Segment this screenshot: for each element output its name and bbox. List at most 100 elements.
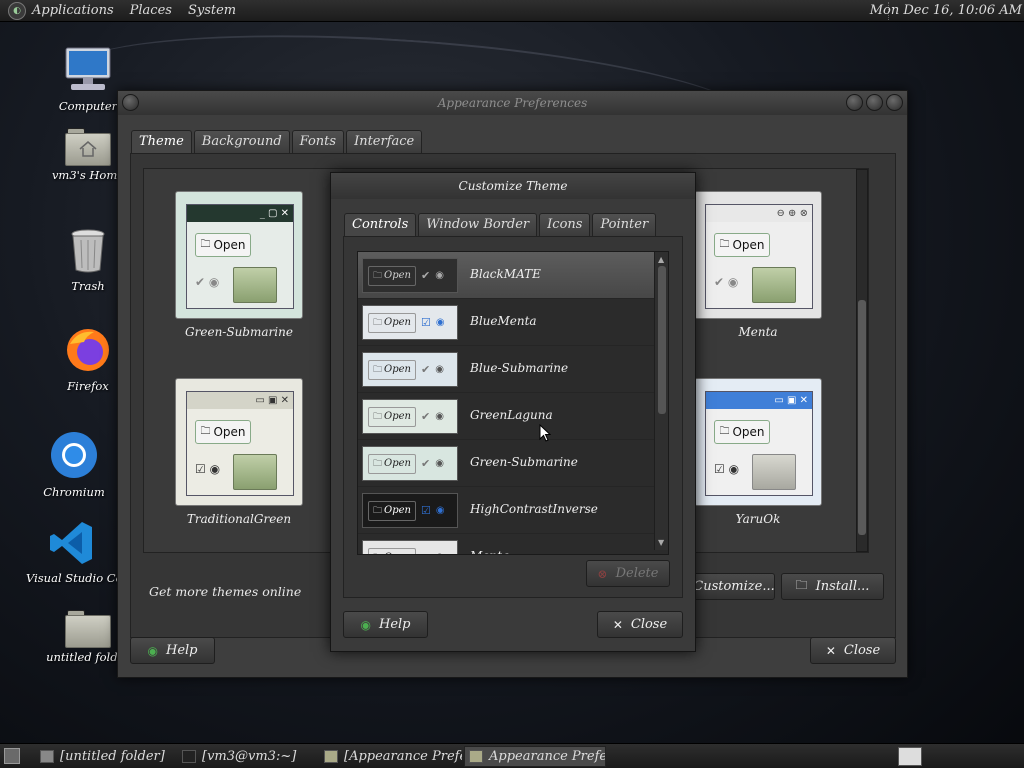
home-folder-icon <box>65 128 111 166</box>
theme-row[interactable]: 🗀Open ✔ ◉ Menta <box>358 534 654 555</box>
appearance-icon <box>469 750 483 763</box>
theme-card-green-submarine[interactable]: _ ▢ ✕ 🗀 Open ✔ ◉ <box>175 191 303 319</box>
close-icon: ✕ <box>825 643 836 658</box>
task-terminal[interactable]: [vm3@vm3:~] <box>178 746 318 767</box>
check-icon: ☑ <box>420 504 431 517</box>
close-window-button[interactable] <box>886 94 903 111</box>
folder-icon: 🗀 <box>373 458 383 469</box>
menu-system[interactable]: System <box>188 3 236 18</box>
tab-icons[interactable]: Icons <box>539 213 591 236</box>
tab-theme[interactable]: Theme <box>131 130 192 153</box>
menu-applications[interactable]: Applications <box>32 3 114 18</box>
tab-window-border[interactable]: Window Border <box>418 213 538 236</box>
theme-preview: ⊖ ⊕ ⊗ 🗀 Open ✔ ◉ <box>705 204 813 309</box>
tab-interface[interactable]: Interface <box>346 130 423 153</box>
dialog-close-button[interactable]: ✕ Close <box>597 611 683 638</box>
theme-name: Menta <box>738 325 778 339</box>
theme-row[interactable]: 🗀 Open ☑ ◉ HighContrastInverse <box>358 487 654 534</box>
folder-icon: 🗀 <box>373 364 383 375</box>
scrollbar-thumb[interactable] <box>858 300 866 535</box>
folder-icon: 🗀 <box>373 505 383 516</box>
tab-controls[interactable]: Controls <box>344 213 417 236</box>
customize-button[interactable]: Customize... <box>693 573 775 600</box>
theme-name: Green-Submarine <box>185 325 293 339</box>
theme-card-traditionalgreen[interactable]: ▭ ▣ ✕ 🗀 Open ☑ ◉ <box>175 378 303 506</box>
help-icon: ◉ <box>360 617 371 632</box>
maximize-button[interactable] <box>866 94 883 111</box>
preview-open-button: 🗀Open <box>714 233 770 257</box>
check-icon: ✔ <box>421 551 430 554</box>
desktop-icon-chromium[interactable]: Chromium <box>26 430 122 499</box>
theme-row-name: Blue-Submarine <box>470 361 569 375</box>
workspace-switcher[interactable] <box>898 747 922 766</box>
check-icon: ✔ <box>420 269 431 282</box>
dialog-title: Customize Theme <box>331 173 695 199</box>
menu-places[interactable]: Places <box>130 3 172 18</box>
desktop-icon-vscode[interactable]: Visual Studio Code <box>26 520 118 585</box>
theme-card-menta[interactable]: ⊖ ⊕ ⊗ 🗀 Open ✔ ◉ <box>694 191 822 319</box>
delete-button[interactable]: ⊗ Delete <box>586 560 670 587</box>
theme-row-name: BlackMATE <box>470 267 541 281</box>
folder-icon <box>40 750 54 763</box>
tab-background[interactable]: Background <box>193 130 290 153</box>
preview-open-button: 🗀Open <box>368 453 416 474</box>
theme-row[interactable]: 🗀 Open ☑ ◉ BlueMenta <box>358 299 654 346</box>
theme-row[interactable]: 🗀 Open ✔ ◉ Green-Submarine <box>358 440 654 487</box>
theme-preview: ▭ ▣ ✕ 🗀 Open ☑ ◉ <box>705 391 813 496</box>
theme-row[interactable]: 🗀 Open ✔ ◉ BlackMATE <box>358 252 654 299</box>
radio-icon: ◉ <box>435 411 444 422</box>
desktop-icon-label: Chromium <box>43 485 105 499</box>
theme-grid-scrollbar[interactable] <box>856 169 868 552</box>
theme-row-name: GreenLaguna <box>470 408 553 422</box>
theme-name: TraditionalGreen <box>186 512 292 526</box>
theme-row-preview: 🗀Open ✔ ◉ <box>362 446 458 481</box>
window-title: Appearance Preferences <box>437 96 588 110</box>
tab-fonts[interactable]: Fonts <box>291 130 345 153</box>
tab-pointer[interactable]: Pointer <box>592 213 657 236</box>
theme-row-preview: 🗀Open ✔ ◉ <box>362 352 458 387</box>
radio-icon: ◉ <box>435 458 444 469</box>
computer-icon <box>65 47 111 90</box>
check-icon: ✔ <box>420 410 431 423</box>
theme-row-name: BlueMenta <box>470 314 537 328</box>
get-more-themes-link[interactable]: Get more themes online <box>149 584 301 599</box>
task-appearance-preferences-1[interactable]: [Appearance Prefe... <box>320 746 462 767</box>
customize-tabs: Controls Window Border Icons Pointer <box>344 213 657 236</box>
theme-row-name: HighContrastInverse <box>470 502 598 516</box>
folder-icon: 🗀 <box>373 550 382 555</box>
controls-panel: 🗀 Open ✔ ◉ BlackMATE 🗀 Open ☑ ◉ BlueMenta 🗀 Open ✔ ◉ B… <box>343 236 683 598</box>
preview-open-button: 🗀Open <box>368 359 416 380</box>
top-panel: ◐ Applications Places System Mon Dec 16,… <box>0 0 1024 22</box>
radio-icon: ◉ <box>435 552 444 554</box>
task-untitled-folder[interactable]: [untitled folder] <box>36 746 176 767</box>
appearance-tabs: Theme Background Fonts Interface <box>131 130 423 153</box>
bottom-panel: [untitled folder] [vm3@vm3:~] [Appearanc… <box>0 743 1024 768</box>
check-icon: ✔ <box>420 457 431 470</box>
theme-row[interactable]: 🗀 Open ✔ ◉ Blue-Submarine <box>358 346 654 393</box>
dialog-help-button[interactable]: ◉ Help <box>343 611 428 638</box>
preview-open-button: 🗀Open <box>368 500 416 521</box>
trash-icon <box>71 229 105 273</box>
help-button[interactable]: ◉ Help <box>130 637 215 664</box>
controls-theme-list[interactable]: 🗀 Open ✔ ◉ BlackMATE 🗀 Open ☑ ◉ BlueMenta 🗀 Open ✔ ◉ B… <box>357 251 669 555</box>
clock[interactable]: Mon Dec 16, 10:06 AM <box>870 3 1022 18</box>
install-button[interactable]: 🗀 Install... <box>781 573 884 600</box>
mate-logo-icon[interactable]: ◐ <box>8 1 26 20</box>
radio-icon: ◉ <box>435 317 445 328</box>
theme-name: YaruOk <box>735 512 781 526</box>
close-button[interactable]: ✕ Close <box>810 637 896 664</box>
task-appearance-preferences-2[interactable]: Appearance Prefer... <box>464 746 606 767</box>
theme-card-yaruok[interactable]: ▭ ▣ ✕ 🗀 Open ☑ ◉ <box>694 378 822 506</box>
theme-row[interactable]: 🗀 Open ✔ ◉ GreenLaguna <box>358 393 654 440</box>
preview-open-button: 🗀Open <box>368 265 416 286</box>
folder-icon: 🗀 <box>373 270 383 281</box>
window-titlebar[interactable]: Appearance Preferences <box>118 91 907 115</box>
window-menu-button[interactable] <box>122 94 139 111</box>
minimize-button[interactable] <box>846 94 863 111</box>
list-scrollbar[interactable]: ▲ ▼ <box>654 252 668 550</box>
theme-preview: ▭ ▣ ✕ 🗀 Open ☑ ◉ <box>186 391 294 496</box>
radio-icon: ◉ <box>435 505 445 516</box>
show-desktop-icon[interactable] <box>4 748 20 764</box>
scrollbar-thumb[interactable] <box>658 266 666 414</box>
preview-open-button: 🗀Open <box>195 420 251 444</box>
